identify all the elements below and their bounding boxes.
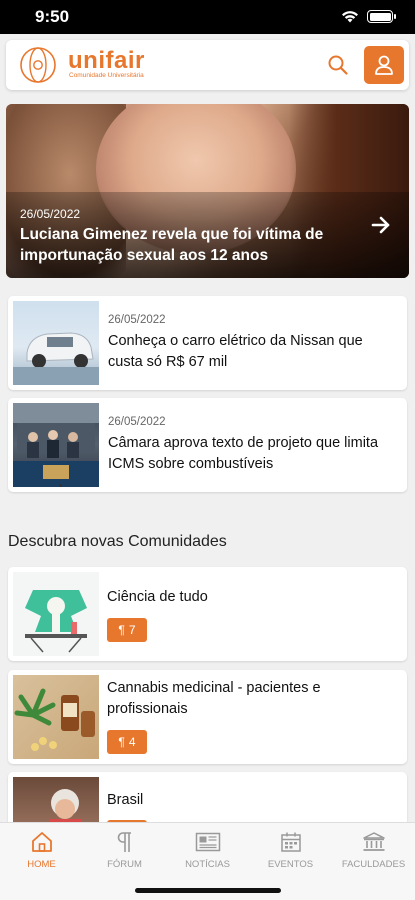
news-date: 26/05/2022 (108, 314, 166, 326)
user-icon (375, 55, 393, 75)
tab-faculties[interactable]: FACULDADES (332, 831, 415, 870)
community-item[interactable]: Ciência de tudo ¶ 7 (8, 567, 407, 661)
wifi-icon (342, 11, 358, 23)
brand-name: unifair (68, 47, 145, 74)
post-count-badge: ¶ 7 (107, 618, 147, 642)
featured-news-title: Luciana Gimenez revela que foi vítima de… (20, 226, 324, 264)
tab-news[interactable]: NOTÍCIAS (166, 831, 249, 870)
home-icon (31, 832, 52, 852)
battery-icon (367, 10, 396, 23)
arrow-right-icon[interactable] (371, 216, 391, 234)
community-item[interactable]: Cannabis medicinal - pacientes e profiss… (8, 670, 407, 764)
tab-label: FÓRUM (107, 859, 142, 870)
pilcrow-icon (117, 832, 131, 852)
post-count-badge: ¶ 4 (107, 730, 147, 754)
tab-label: NOTÍCIAS (185, 859, 230, 870)
newspaper-icon (195, 832, 220, 852)
news-date: 26/05/2022 (108, 416, 166, 428)
tab-label: HOME (27, 859, 56, 870)
pilcrow-icon: ¶ (118, 735, 125, 749)
institution-icon (362, 832, 385, 851)
calendar-icon (280, 832, 301, 852)
app-header: unifair Comunidade Universitária (6, 40, 409, 90)
community-name: Cannabis medicinal - pacientes e profiss… (107, 680, 321, 717)
search-button[interactable] (325, 52, 351, 78)
home-indicator[interactable] (135, 888, 281, 893)
news-thumbnail (13, 403, 99, 487)
profile-button[interactable] (364, 46, 404, 84)
community-name: Ciência de tudo (107, 589, 208, 605)
unifair-logo-icon (20, 47, 56, 83)
news-title: Conheça o carro elétrico da Nissan que c… (108, 333, 363, 370)
search-icon (328, 55, 348, 75)
tab-label: FACULDADES (341, 859, 406, 870)
section-title: Descubra novas Comunidades (8, 533, 227, 550)
community-name: Brasil (107, 792, 144, 808)
news-item[interactable]: 26/05/2022 Conheça o carro elétrico da N… (8, 296, 407, 390)
tab-label: EVENTOS (267, 859, 314, 870)
status-icons (341, 10, 396, 23)
featured-news-date: 26/05/2022 (20, 207, 81, 221)
brand-tagline: Comunidade Universitária (69, 72, 144, 79)
featured-news-card[interactable]: 26/05/2022 Luciana Gimenez revela que fo… (6, 104, 409, 278)
pagination-dot (59, 484, 62, 487)
tab-forum[interactable]: FÓRUM (83, 831, 166, 870)
status-time: 9:50 (35, 7, 70, 26)
news-item[interactable]: 26/05/2022 Câmara aprova texto de projet… (8, 398, 407, 492)
tab-home[interactable]: HOME (0, 831, 83, 870)
community-thumbnail (13, 572, 99, 656)
news-thumbnail (13, 301, 99, 385)
tab-events[interactable]: EVENTOS (249, 831, 332, 870)
news-title: Câmara aprova texto de projeto que limit… (108, 435, 379, 472)
pilcrow-icon: ¶ (118, 623, 125, 637)
status-bar: 9:50 (0, 0, 415, 34)
community-thumbnail (13, 675, 99, 759)
